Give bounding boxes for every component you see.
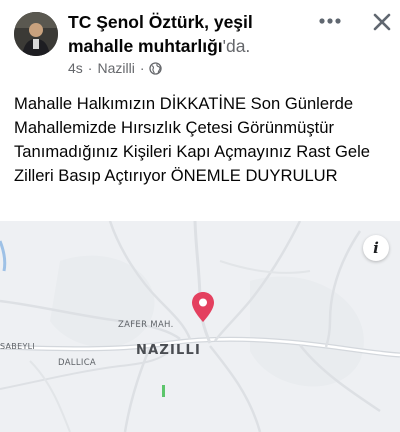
globe-icon — [149, 61, 163, 75]
post-time[interactable]: 4s — [68, 60, 83, 76]
post-header: TC Şenol Öztürk, yeşil mahalle muhtarlığ… — [0, 0, 400, 86]
map-label-dallica: DALLICA — [58, 358, 97, 368]
map-label-city: NAZILLI — [136, 343, 202, 358]
more-horizontal-icon — [319, 18, 341, 24]
meta-separator: · — [139, 60, 145, 76]
map-label-sabeyli: SABEYLI — [0, 342, 36, 351]
post-location[interactable]: Nazilli — [97, 60, 134, 76]
info-icon: i — [373, 239, 379, 257]
post-body: Mahalle Halkımızın DİKKATİNE Son Günlerd… — [14, 94, 370, 185]
post-meta: 4s · Nazilli · — [68, 60, 163, 76]
meta-separator: · — [87, 60, 93, 76]
avatar[interactable] — [14, 12, 58, 56]
map-info-button[interactable]: i — [363, 235, 389, 261]
map-label-zafer: ZAFER MAH. — [118, 320, 174, 330]
facebook-post: TC Şenol Öztürk, yeşil mahalle muhtarlığ… — [0, 0, 400, 432]
location-map[interactable]: ZAFER MAH. NAZILLI SABEYLI DALLICA i — [0, 221, 400, 432]
close-button[interactable] — [368, 8, 396, 36]
author-line: TC Şenol Öztürk, yeşil mahalle muhtarlığ… — [68, 10, 316, 58]
close-icon — [373, 13, 391, 31]
location-pin-icon[interactable] — [191, 291, 215, 323]
more-options-button[interactable] — [315, 10, 345, 32]
map-roads — [0, 221, 400, 432]
author-suffix: 'da. — [222, 36, 251, 56]
